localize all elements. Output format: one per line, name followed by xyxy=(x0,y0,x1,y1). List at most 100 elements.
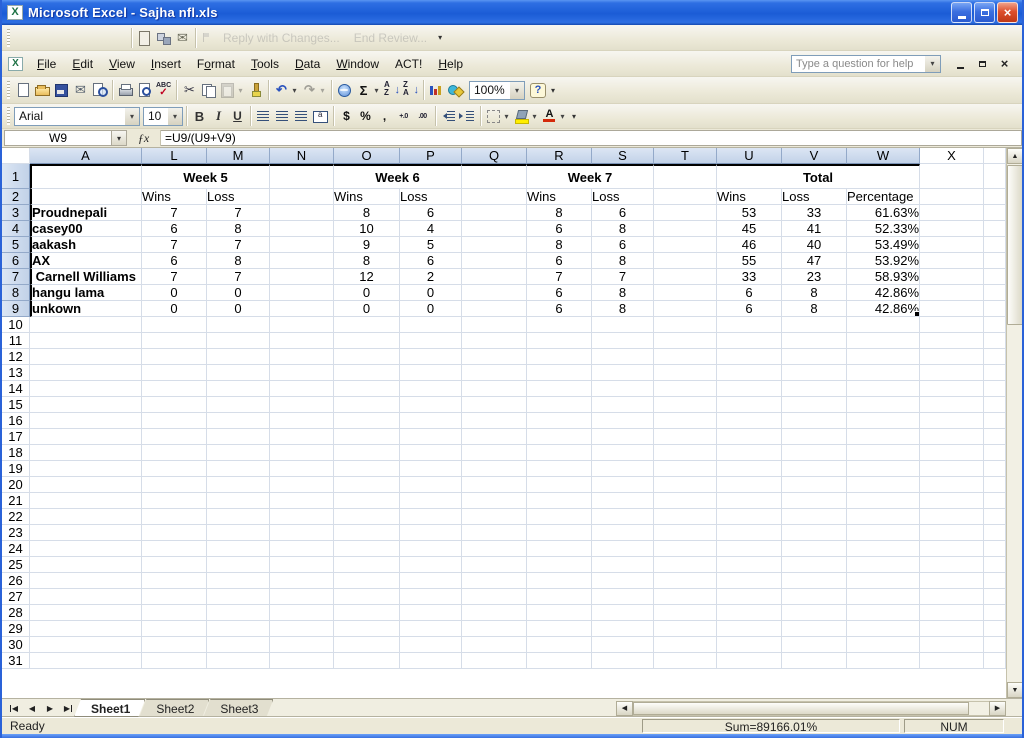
cell[interactable] xyxy=(527,381,592,397)
align-right-button[interactable] xyxy=(292,107,311,125)
column-header-x[interactable]: X xyxy=(920,148,984,164)
chevron-down-icon[interactable]: ▾ xyxy=(558,112,567,121)
cell[interactable] xyxy=(527,557,592,573)
cell[interactable] xyxy=(30,621,142,637)
cell[interactable] xyxy=(984,365,1006,381)
cell[interactable] xyxy=(270,285,334,301)
cell[interactable] xyxy=(847,397,920,413)
cell[interactable] xyxy=(400,445,462,461)
cell[interactable]: 61.63% xyxy=(847,205,920,221)
cell[interactable] xyxy=(527,525,592,541)
cell[interactable] xyxy=(462,365,527,381)
cell[interactable] xyxy=(920,429,984,445)
cell[interactable] xyxy=(270,237,334,253)
toolbar-options-icon[interactable]: ▾ xyxy=(438,33,442,42)
cell[interactable] xyxy=(717,589,782,605)
cell[interactable] xyxy=(270,477,334,493)
cell[interactable] xyxy=(592,525,654,541)
cell[interactable] xyxy=(400,477,462,493)
cell[interactable] xyxy=(334,429,400,445)
column-header-o[interactable]: O xyxy=(334,148,400,164)
cell[interactable]: 0 xyxy=(400,285,462,301)
cell[interactable] xyxy=(717,573,782,589)
cell[interactable]: Loss xyxy=(782,189,847,205)
row-header-10[interactable]: 10 xyxy=(2,317,30,333)
cell[interactable]: 8 xyxy=(207,253,270,269)
row-header-9[interactable]: 9 xyxy=(2,301,30,317)
spelling-button[interactable]: ✓ xyxy=(154,81,173,99)
workbook-close-icon[interactable]: × xyxy=(997,57,1012,70)
cell[interactable] xyxy=(527,397,592,413)
merge-center-button[interactable] xyxy=(311,107,330,125)
cell[interactable] xyxy=(592,333,654,349)
row-header-26[interactable]: 26 xyxy=(2,573,30,589)
cell[interactable]: 6 xyxy=(592,237,654,253)
next-sheet-button[interactable]: ▶ xyxy=(42,701,58,716)
cell[interactable] xyxy=(920,493,984,509)
cell[interactable]: 10 xyxy=(334,221,400,237)
cell[interactable] xyxy=(462,461,527,477)
cell[interactable] xyxy=(717,445,782,461)
cell[interactable] xyxy=(400,381,462,397)
chart-wizard-button[interactable] xyxy=(427,81,446,99)
cell[interactable] xyxy=(717,621,782,637)
cell[interactable] xyxy=(654,461,717,477)
column-header-w[interactable]: W xyxy=(847,148,920,164)
horizontal-scroll-thumb[interactable] xyxy=(633,702,969,715)
cell[interactable]: 5 xyxy=(400,237,462,253)
cell[interactable] xyxy=(984,637,1006,653)
cell[interactable] xyxy=(400,589,462,605)
cell[interactable] xyxy=(920,557,984,573)
row-header-4[interactable]: 4 xyxy=(2,221,30,237)
previous-comment-button[interactable] xyxy=(33,29,52,47)
cell[interactable] xyxy=(592,493,654,509)
column-header-t[interactable]: T xyxy=(654,148,717,164)
drawing-button[interactable] xyxy=(446,81,465,99)
cell[interactable] xyxy=(142,605,207,621)
cell[interactable] xyxy=(717,413,782,429)
cell[interactable] xyxy=(920,621,984,637)
cell[interactable]: 8 xyxy=(592,221,654,237)
cell[interactable]: Wins xyxy=(717,189,782,205)
cell[interactable] xyxy=(30,381,142,397)
column-header-n[interactable]: N xyxy=(270,148,334,164)
cell[interactable] xyxy=(270,589,334,605)
cell[interactable] xyxy=(984,605,1006,621)
sort-ascending-button[interactable]: ↓ xyxy=(382,81,401,99)
cell[interactable] xyxy=(207,461,270,477)
cell[interactable] xyxy=(462,221,527,237)
cell[interactable] xyxy=(334,461,400,477)
cell[interactable]: 58.93% xyxy=(847,269,920,285)
borders-button[interactable]: ▾ xyxy=(484,107,512,125)
cell[interactable] xyxy=(920,253,984,269)
bold-button-button[interactable]: B xyxy=(190,107,209,125)
active-cell-W9[interactable]: 42.86% xyxy=(847,301,920,317)
cell[interactable] xyxy=(847,621,920,637)
cell[interactable] xyxy=(142,413,207,429)
cell[interactable] xyxy=(462,317,527,333)
undo-button[interactable]: ↶▾ xyxy=(272,81,300,99)
cell[interactable] xyxy=(142,429,207,445)
cell[interactable] xyxy=(270,317,334,333)
cell[interactable] xyxy=(30,477,142,493)
cell[interactable] xyxy=(654,429,717,445)
cell[interactable] xyxy=(462,269,527,285)
cell[interactable] xyxy=(207,621,270,637)
cell[interactable] xyxy=(847,653,920,669)
cell[interactable] xyxy=(142,317,207,333)
cell[interactable] xyxy=(920,269,984,285)
cell[interactable] xyxy=(30,365,142,381)
column-header-v[interactable]: V xyxy=(782,148,847,164)
cell[interactable] xyxy=(527,333,592,349)
column-header-s[interactable]: S xyxy=(592,148,654,164)
cell[interactable] xyxy=(207,349,270,365)
toolbar-grip[interactable] xyxy=(7,29,10,47)
cell[interactable] xyxy=(207,605,270,621)
cell[interactable]: 7 xyxy=(207,237,270,253)
cell[interactable] xyxy=(400,573,462,589)
cell[interactable] xyxy=(654,477,717,493)
cell[interactable]: 6 xyxy=(527,301,592,317)
cell[interactable] xyxy=(270,429,334,445)
cell[interactable] xyxy=(717,493,782,509)
cell[interactable]: 7 xyxy=(142,237,207,253)
